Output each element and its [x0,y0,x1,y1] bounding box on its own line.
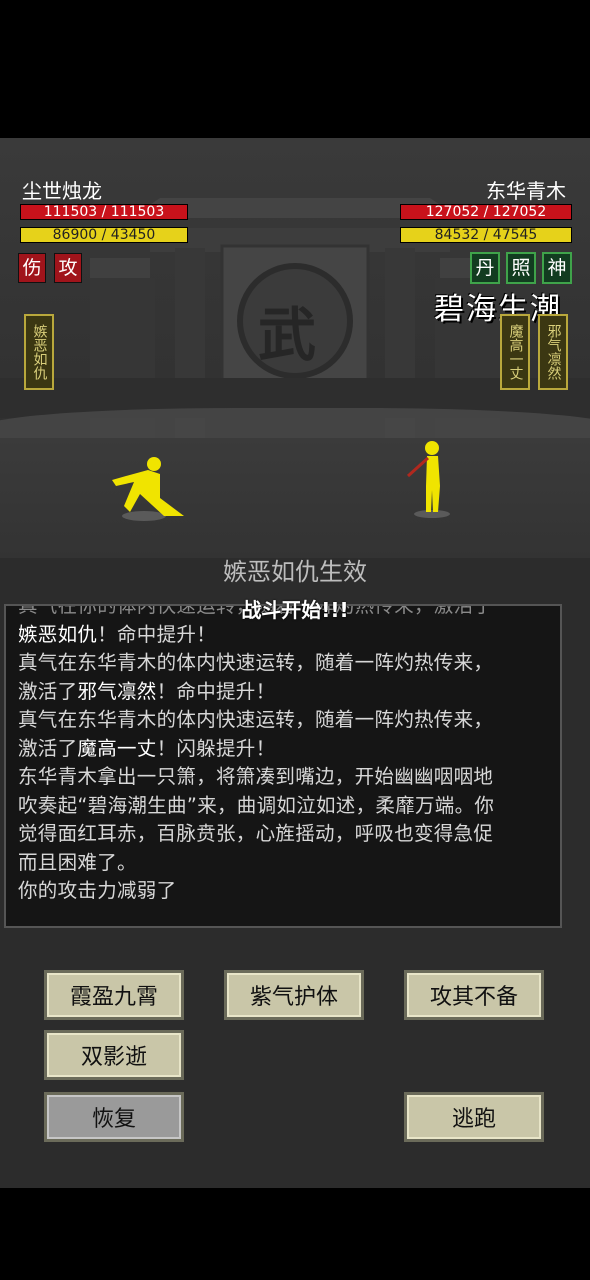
gate-character: 武 [258,301,317,369]
log-line: 嫉恶如仇！命中提升！ [18,622,217,646]
enemy-status-spirit: 神 [542,252,572,284]
enemy-buff-scroll-2: 邪气凛然 [538,314,568,390]
battle-log[interactable]: 真气在你的体内快速运转，随着一阵灼热传来，激活了 嫉恶如仇！命中提升！ 真气在东… [4,604,562,928]
player-status-attack: 攻 [54,253,82,283]
player-name: 尘世烛龙 [22,179,102,203]
skill-button-gongqi[interactable]: 攻其不备 [404,970,544,1020]
log-line: 真气在东华青木的体内快速运转，随着一阵灼热传来， [18,651,494,674]
enemy-fighter [406,441,450,518]
enemy-name: 东华青木 [486,179,566,203]
battle-start-banner: 战斗开始!!! [241,598,349,622]
log-line: 激活了魔高一丈！闪躲提升！ [18,736,276,760]
player-mp-bar: 86900 / 43450 [20,227,188,243]
player-mp-text: 86900 / 43450 [52,227,156,243]
recover-button[interactable]: 恢复 [44,1092,184,1142]
log-line: 你的攻击力减弱了 [18,879,177,902]
player-buff-scroll: 嫉恶如仇 [24,314,54,390]
log-line: 而且困难了。 [18,850,137,874]
enemy-status-shine: 照 [506,252,536,284]
skill-button-shuangying[interactable]: 双影逝 [44,1030,184,1080]
log-line: 真气在东华青木的体内快速运转，随着一阵灼热传来， [18,708,494,731]
log-line: 东华青木拿出一只箫，将箫凑到嘴边，开始幽幽咽咽地 [18,765,494,788]
player-hp-bar: 111503 / 111503 [20,204,188,220]
player-status-injury: 伤 [18,253,46,283]
skill-button-xiaying[interactable]: 霞盈九霄 [44,970,184,1020]
log-line: 觉得面红耳赤，百脉贲张，心旌摇动，呼吸也变得急促 [18,822,494,845]
player-hp-text: 111503 / 111503 [43,204,165,220]
effect-float-text: 嫉恶如仇生效 [223,558,367,586]
flee-button[interactable]: 逃跑 [404,1092,544,1142]
log-line: 激活了邪气凛然！命中提升！ [18,679,276,703]
ground [0,438,590,558]
player-fighter [112,457,184,521]
enemy-mp-text: 84532 / 47545 [434,227,538,243]
enemy-hp-text: 127052 / 127052 [425,204,547,220]
enemy-buff-scroll-1: 魔高一丈 [500,314,530,390]
log-line: 吹奏起“碧海潮生曲”来，曲调如泣如述，柔靡万端。你 [18,793,495,817]
skill-button-ziqi[interactable]: 紫气护体 [224,970,364,1020]
enemy-hp-bar: 127052 / 127052 [400,204,572,220]
enemy-status-pill: 丹 [470,252,500,284]
enemy-mp-bar: 84532 / 47545 [400,227,572,243]
